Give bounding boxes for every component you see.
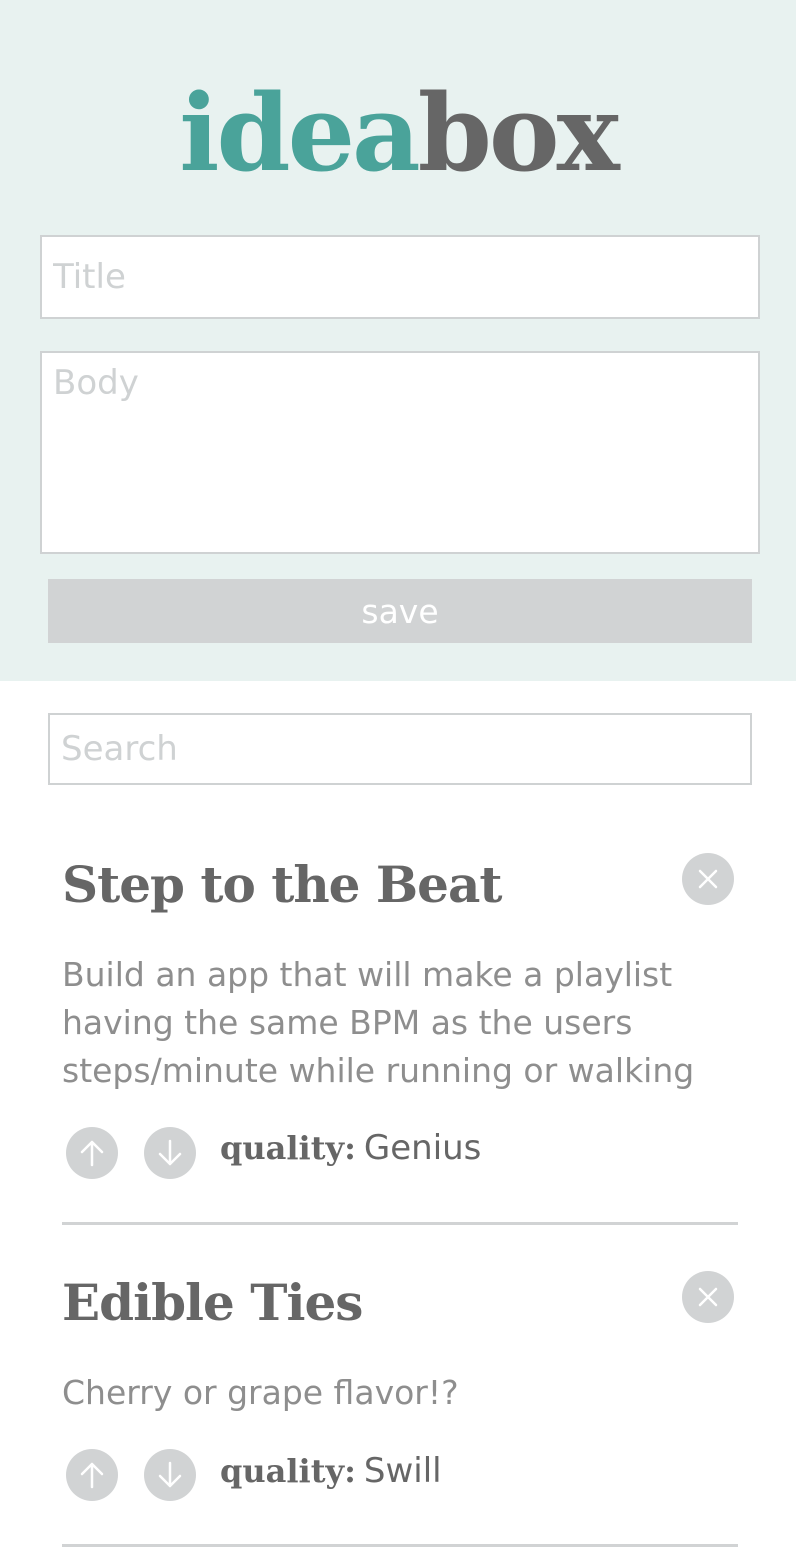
idea-title[interactable]: Step to the Beat [62,855,502,915]
search-input[interactable] [48,713,752,785]
upvote-button[interactable] [66,1449,118,1501]
close-icon [698,869,718,889]
header: ideabox save [0,0,796,681]
idea-title[interactable]: Edible Ties [62,1273,363,1333]
quality-value: Genius [363,1128,482,1168]
arrow-up-icon [80,1462,104,1489]
idea-card: Edible Ties Cherry or grape flavor!? qua… [62,1271,738,1553]
arrow-up-icon [80,1140,104,1167]
downvote-button[interactable] [144,1449,196,1501]
close-icon [698,1287,718,1307]
quality-indicator: quality: Genius [220,1126,481,1170]
logo-box: box [417,70,620,195]
downvote-button[interactable] [144,1127,196,1179]
quality-label: quality: [220,1129,356,1167]
idea-body[interactable]: Cherry or grape flavor!? [62,1369,722,1417]
idea-card: Step to the Beat Build an app that will … [62,853,738,1227]
delete-button[interactable] [682,1271,734,1323]
idea-body[interactable]: Build an app that will make a playlist h… [62,951,722,1095]
quality-indicator: quality: Swill [220,1449,442,1493]
quality-value: Swill [363,1451,442,1491]
quality-label: quality: [220,1452,356,1490]
logo-idea: idea [179,70,421,195]
card-divider [62,1544,738,1547]
app-logo: ideabox [0,78,796,188]
arrow-down-icon [158,1139,182,1166]
title-input[interactable] [40,235,760,319]
save-button[interactable]: save [48,579,752,643]
upvote-button[interactable] [66,1127,118,1179]
delete-button[interactable] [682,853,734,905]
body-input[interactable] [40,351,760,554]
card-divider [62,1222,738,1225]
arrow-down-icon [158,1461,182,1488]
